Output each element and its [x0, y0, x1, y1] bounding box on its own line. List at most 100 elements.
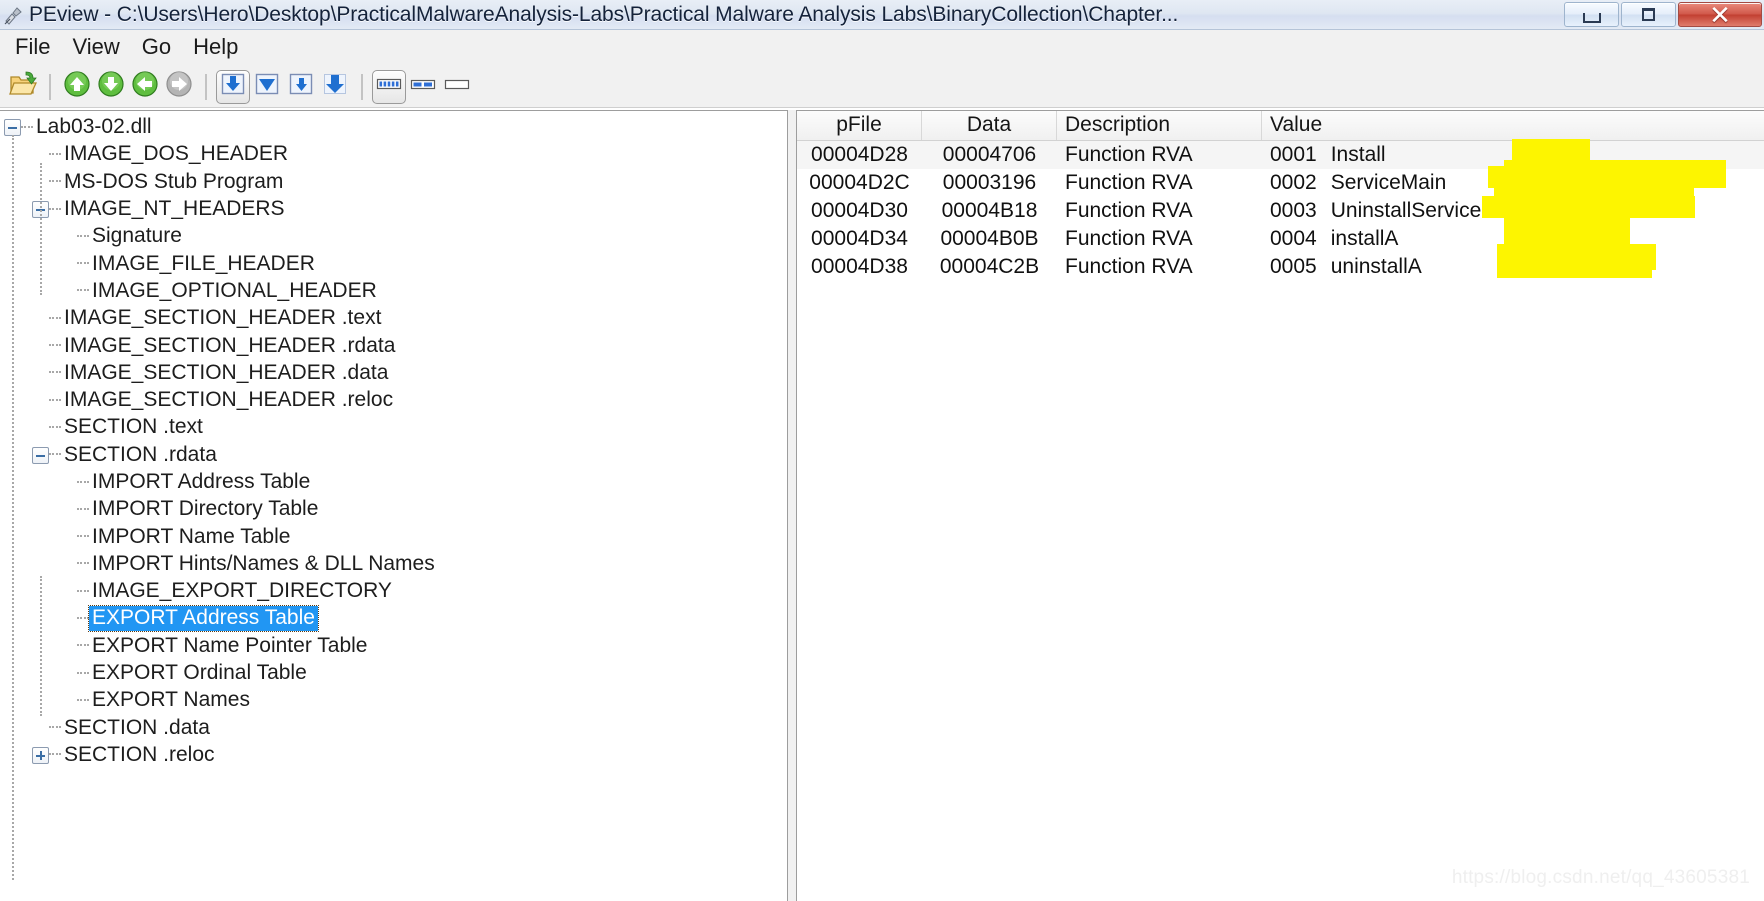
collapse-node-icon[interactable]	[4, 119, 21, 137]
list-row[interactable]: 00004D30 00004B18 Function RVA 0003 Uninstal…	[797, 197, 1764, 225]
go-back-button[interactable]	[128, 70, 162, 104]
minimize-icon	[1582, 12, 1601, 23]
expand-node-icon[interactable]	[32, 746, 49, 764]
maximize-icon	[1642, 8, 1655, 21]
tree-item-label: IMAGE_SECTION_HEADER .text	[64, 306, 382, 330]
list-row[interactable]: 00004D2C 00003196 Function RVA 0002 ServiceM…	[797, 169, 1764, 197]
column-header-value[interactable]: Value	[1262, 111, 1764, 140]
tree-item[interactable]: IMPORT Hints/Names & DLL Names	[0, 551, 787, 578]
export-ordinal: 0003	[1270, 199, 1317, 222]
export-function-name: UninstallService	[1330, 199, 1482, 222]
tree-item-label: Lab03-02.dll	[36, 115, 152, 139]
tree-item-label: IMAGE_EXPORT_DIRECTORY	[92, 579, 392, 603]
menu-help[interactable]: Help	[182, 32, 249, 64]
tree-item[interactable]: IMAGE_SECTION_HEADER .text	[0, 305, 787, 332]
blog-watermark: https://blog.csdn.net/qq_43605381	[1451, 867, 1750, 888]
tree-item-label: IMAGE_NT_HEADERS	[64, 197, 285, 221]
maximize-button[interactable]	[1621, 2, 1676, 27]
show-raw-data-button[interactable]	[318, 70, 352, 104]
tree-item[interactable]: Lab03-02.dll	[0, 114, 787, 141]
tree-item[interactable]: EXPORT Ordinal Table	[0, 660, 787, 687]
tree-item[interactable]: IMPORT Directory Table	[0, 496, 787, 523]
export-ordinal: 0001	[1270, 143, 1317, 166]
cell-value: 0003 UninstallService	[1262, 199, 1764, 223]
view-hex-button[interactable]	[372, 69, 406, 104]
cell-data: 00003196	[942, 171, 1037, 194]
tree-connector	[49, 371, 61, 375]
cell-description: Function RVA	[1065, 171, 1193, 194]
close-icon: ✕	[1709, 0, 1731, 30]
box-arrow-down-framed-icon	[220, 72, 246, 101]
export-function-name: Install	[1330, 143, 1386, 166]
view-two-column-button[interactable]	[406, 70, 440, 104]
tree-item-label: EXPORT Address Table	[88, 605, 319, 633]
open-file-button[interactable]	[6, 70, 40, 104]
tree-connector	[77, 671, 89, 676]
show-all-headers-button[interactable]	[216, 69, 250, 104]
go-forward-button[interactable]	[162, 70, 196, 104]
tree-item[interactable]: SECTION .text	[0, 414, 787, 441]
menu-file[interactable]: File	[4, 32, 61, 64]
menu-go[interactable]: Go	[131, 32, 182, 64]
cell-pfile: 00004D34	[811, 227, 908, 250]
list-row[interactable]: 00004D38 00004C2B Function RVA 0005 uninstal…	[797, 253, 1764, 281]
cell-description: Function RVA	[1065, 227, 1193, 250]
tree-item[interactable]: IMAGE_OPTIONAL_HEADER	[0, 278, 787, 305]
column-header-data[interactable]: Data	[922, 111, 1057, 140]
tree-item[interactable]: IMPORT Address Table	[0, 469, 787, 496]
tree-item[interactable]: IMPORT Name Table	[0, 523, 787, 550]
view-one-column-button[interactable]	[440, 70, 474, 104]
toolbar	[0, 66, 1764, 108]
tree-connector	[77, 698, 89, 703]
two-column-icon	[410, 76, 436, 97]
go-up-button[interactable]	[60, 70, 94, 104]
tree-item[interactable]: IMAGE_SECTION_HEADER .rdata	[0, 332, 787, 359]
tree-item[interactable]: EXPORT Names	[0, 687, 787, 714]
tree-item-label: Signature	[92, 224, 182, 248]
column-header-description[interactable]: Description	[1057, 111, 1262, 140]
tree-connector	[77, 616, 89, 621]
show-section-button[interactable]	[250, 70, 284, 104]
tree-item[interactable]: IMAGE_SECTION_HEADER .data	[0, 360, 787, 387]
tree-item[interactable]: SECTION .data	[0, 715, 787, 742]
menu-bar: File View Go Help	[0, 30, 1764, 66]
cell-data: 00004B0B	[940, 227, 1039, 250]
structure-tree-panel[interactable]: Lab03-02.dll IMAGE_DOS_HEADER MS-DOS Stub …	[0, 110, 788, 901]
tree-item[interactable]: EXPORT Address Table	[0, 605, 787, 633]
tree-item[interactable]: SECTION .rdata	[0, 442, 787, 469]
tree-item-label: IMPORT Name Table	[92, 524, 291, 548]
menu-view[interactable]: View	[61, 32, 130, 64]
tree-item-label: IMAGE_SECTION_HEADER .rdata	[64, 333, 396, 357]
list-row[interactable]: 00004D28 00004706 Function RVA 0001 Install	[797, 141, 1764, 169]
cell-value: 0004 installA	[1262, 227, 1764, 251]
tree-item[interactable]: IMAGE_NT_HEADERS	[0, 196, 787, 223]
tree-item[interactable]: IMAGE_FILE_HEADER	[0, 250, 787, 277]
window-title: PEview - C:\Users\Hero\Desktop\Practical…	[29, 3, 1179, 26]
tree-item[interactable]: Signature	[0, 223, 787, 250]
minimize-button[interactable]	[1564, 2, 1619, 27]
tree-item[interactable]: EXPORT Name Pointer Table	[0, 633, 787, 660]
collapse-node-icon[interactable]	[32, 446, 49, 464]
tree-item-label: IMAGE_FILE_HEADER	[92, 251, 315, 275]
close-button[interactable]: ✕	[1678, 0, 1762, 30]
tree-connector	[77, 234, 89, 239]
go-down-button[interactable]	[94, 70, 128, 104]
list-row[interactable]: 00004D34 00004B0B Function RVA 0004 installA	[797, 225, 1764, 253]
cell-pfile: 00004D30	[811, 199, 908, 222]
detail-list-panel[interactable]: pFile Data Description Value 00004D28 000…	[796, 110, 1764, 901]
tree-connector	[77, 262, 89, 266]
tree-item[interactable]: MS-DOS Stub Program	[0, 169, 787, 196]
panel-splitter[interactable]	[788, 110, 796, 901]
tree-item-label: IMPORT Hints/Names & DLL Names	[92, 551, 435, 575]
window-controls: ✕	[1562, 0, 1764, 29]
tree-connector	[49, 316, 61, 321]
export-ordinal: 0005	[1270, 255, 1317, 278]
tree-item[interactable]: IMAGE_SECTION_HEADER .reloc	[0, 387, 787, 414]
column-header-pfile[interactable]: pFile	[797, 111, 922, 140]
show-structure-button[interactable]	[284, 70, 318, 104]
tree-item[interactable]: IMAGE_EXPORT_DIRECTORY	[0, 578, 787, 605]
tree-item[interactable]: IMAGE_DOS_HEADER	[0, 141, 787, 168]
tree-item-label: IMAGE_OPTIONAL_HEADER	[92, 278, 377, 302]
tree-guide-level-1-rdata	[40, 576, 42, 716]
tree-item[interactable]: SECTION .reloc	[0, 742, 787, 769]
